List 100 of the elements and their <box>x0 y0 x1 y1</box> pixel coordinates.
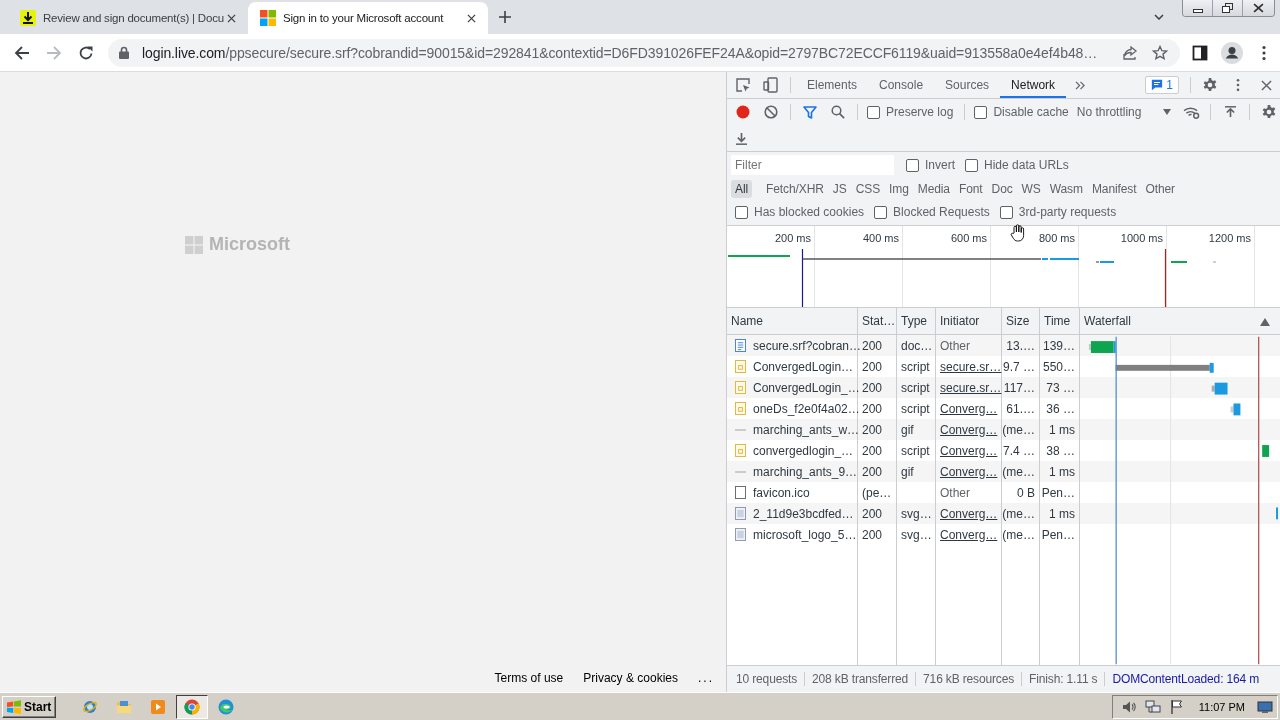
chevron-down-icon[interactable] <box>1154 14 1164 20</box>
close-icon <box>1260 79 1272 91</box>
request-name[interactable]: ConvergedLogin… <box>753 359 854 374</box>
column-header[interactable]: Time <box>1040 308 1080 334</box>
type-filter[interactable]: WS <box>1017 179 1045 198</box>
checkbox[interactable] <box>867 105 880 119</box>
initiator-link[interactable]: secure.sr… <box>940 380 1002 395</box>
request-name[interactable]: oneDs_f2e0f4a02… <box>753 401 860 416</box>
blank-file-icon <box>735 486 746 499</box>
checkbox-label: Hide data URLs <box>984 158 1069 172</box>
star-icon[interactable] <box>1152 44 1168 61</box>
initiator-link[interactable]: Converg… <box>940 464 998 479</box>
type-filter[interactable]: Font <box>954 179 987 198</box>
browser-tab[interactable]: Review and sign document(s) | Docu <box>8 2 248 34</box>
devtools-tab[interactable]: Console <box>868 72 935 98</box>
footer-link[interactable]: Privacy & cookies <box>583 671 678 685</box>
plus-icon[interactable] <box>499 11 511 23</box>
initiator-link[interactable]: Converg… <box>940 506 998 521</box>
checkbox[interactable] <box>906 158 919 172</box>
image-file-icon <box>735 528 746 541</box>
tick-label: 200 ms <box>774 231 811 244</box>
type-filter[interactable]: All <box>731 179 753 198</box>
type-filter[interactable]: Wasm <box>1045 179 1087 198</box>
column-header[interactable]: Waterfall <box>1080 308 1280 334</box>
devtools-tab[interactable]: Sources <box>934 72 1001 98</box>
checkbox[interactable] <box>974 105 988 119</box>
minimize-icon <box>1192 8 1203 13</box>
checkbox[interactable] <box>999 205 1013 219</box>
checkbox-label: Blocked Requests <box>893 205 990 219</box>
checkbox-label: Invert <box>925 158 955 172</box>
table-cell: 13.… <box>1002 335 1040 356</box>
type-filter[interactable]: Img <box>885 179 913 198</box>
initiator-link[interactable]: secure.sr… <box>940 359 1002 374</box>
network-icon[interactable] <box>1144 698 1161 715</box>
flag-icon[interactable] <box>1168 698 1185 715</box>
close-icon[interactable] <box>227 13 236 23</box>
script-file-icon <box>735 360 746 373</box>
restore-button[interactable] <box>1213 0 1243 16</box>
clock-text: 11:07 PM <box>1198 700 1245 713</box>
sort-up-icon[interactable] <box>1260 318 1270 326</box>
type-filter[interactable]: Manifest <box>1087 179 1141 198</box>
request-name[interactable]: 2_11d9e3bcdfed… <box>753 506 854 521</box>
initiator-link[interactable]: Converg… <box>940 527 998 542</box>
table-cell: (me… <box>1002 461 1040 482</box>
type-filter[interactable]: Doc <box>987 179 1017 198</box>
status-text: DOMContentLoaded: 164 m <box>1104 672 1267 686</box>
checkbox-label: 3rd-party requests <box>1018 205 1117 219</box>
initiator-link[interactable]: Converg… <box>940 443 998 458</box>
column-header[interactable]: Type <box>897 308 936 334</box>
issues-button[interactable]: 1 <box>1145 76 1179 94</box>
monitor-icon[interactable] <box>1257 698 1273 715</box>
tick-label: 1200 ms <box>1208 231 1251 244</box>
type-filter[interactable]: Media <box>913 179 954 198</box>
close-button[interactable] <box>1243 0 1274 16</box>
request-name[interactable]: ConvergedLogin_… <box>753 380 860 395</box>
type-filter[interactable]: Other <box>1141 179 1179 198</box>
request-name[interactable]: convergedlogin_… <box>753 443 854 458</box>
share-icon[interactable] <box>1122 44 1138 61</box>
side-panel-icon <box>1192 44 1208 61</box>
checkbox[interactable] <box>965 158 978 172</box>
image-file-icon <box>735 507 746 520</box>
status-text: Finish: 1.11 s <box>1021 672 1105 686</box>
request-name[interactable]: favicon.ico <box>753 485 810 500</box>
windows-flag-icon <box>6 699 22 714</box>
start-button[interactable]: Start <box>2 695 57 718</box>
status-text: 716 kB resources <box>915 672 1022 686</box>
initiator-link[interactable]: Converg… <box>940 401 998 416</box>
address-bar[interactable]: login.live.com/ppsecure/secure.srf?cobrandid=90015&id=292841&contextid=D6FD391026FEF24A&opid=2797BC72ECCF6119&uaid=913558a0e4ef4b48… <box>108 38 1180 67</box>
checkbox[interactable] <box>874 205 888 219</box>
filter-field[interactable]: Filter <box>731 155 894 175</box>
type-filter[interactable]: Fetch/XHR <box>762 179 828 198</box>
devtools-tab[interactable]: Elements <box>796 72 869 98</box>
media-player-icon <box>150 698 167 715</box>
close-icon[interactable] <box>467 13 476 23</box>
record-dot-icon <box>736 105 750 119</box>
tick-label: 400 ms <box>862 231 899 244</box>
column-header[interactable]: Initiator <box>936 308 1002 334</box>
more-options-button[interactable]: ... <box>698 671 714 685</box>
status-text: 208 kB transferred <box>804 672 916 686</box>
type-filter[interactable]: JS <box>828 179 851 198</box>
footer-link[interactable]: Terms of use <box>494 671 564 685</box>
initiator-link[interactable]: Converg… <box>940 422 998 437</box>
minimize-button[interactable] <box>1183 0 1213 16</box>
column-header[interactable]: Name <box>727 308 858 334</box>
checkbox[interactable] <box>735 205 748 219</box>
script-file-icon <box>735 381 746 394</box>
search-icon <box>831 105 845 119</box>
table-cell: 200 <box>858 524 897 545</box>
forward-arrow-icon <box>46 44 62 61</box>
column-header[interactable]: Size <box>1002 308 1040 334</box>
column-header[interactable]: Stat… <box>858 308 897 334</box>
type-filter[interactable]: CSS <box>851 179 885 198</box>
table-cell: 1 ms <box>1040 461 1080 482</box>
request-name[interactable]: marching_ants_9… <box>753 464 858 479</box>
request-name[interactable]: microsoft_logo_5… <box>753 527 857 542</box>
tick-label: 600 ms <box>950 231 987 244</box>
browser-tab[interactable]: Sign in to your Microsoft account <box>248 2 488 34</box>
taskbar-app[interactable] <box>176 694 209 719</box>
request-name[interactable]: marching_ants_w… <box>753 422 860 437</box>
throttling-dropdown[interactable]: No throttling <box>1076 99 1178 125</box>
